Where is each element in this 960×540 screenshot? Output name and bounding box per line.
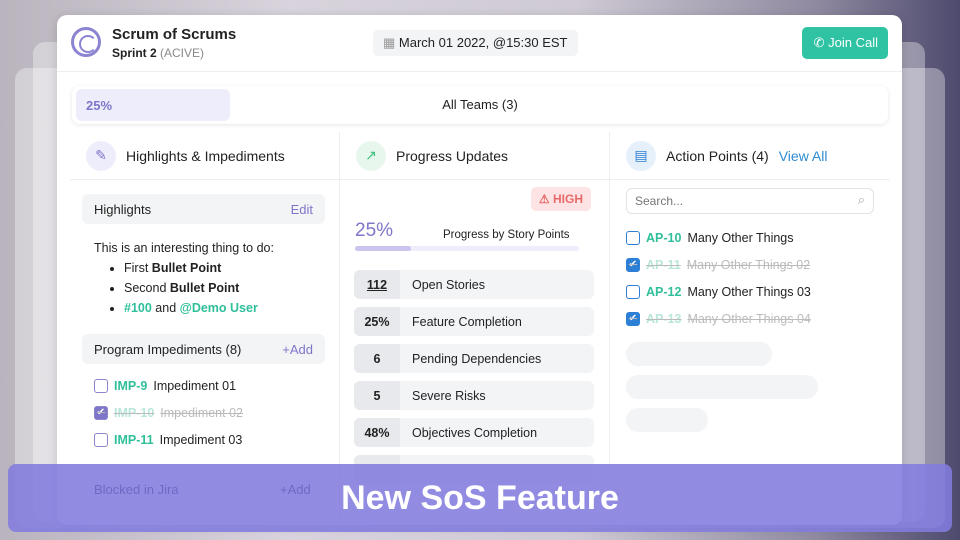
stat-label: Pending Dependencies: [412, 351, 542, 366]
intro-text: This is an interesting thing to do:: [94, 241, 274, 255]
stat-value: 5: [354, 381, 400, 410]
stat-row: 25% Feature Completion: [354, 307, 594, 336]
join-call-button[interactable]: ✆ Join Call: [801, 27, 888, 59]
team-tabs: All Teams (3) 25%: [72, 86, 888, 124]
stat-value: 112: [354, 270, 400, 299]
calendar-icon: ▦: [383, 35, 396, 50]
checkbox[interactable]: [626, 230, 640, 245]
impediment-item[interactable]: IMP-11 Impediment 03: [70, 426, 339, 453]
sos-panel: Scrum of Scrums Sprint 2 (ACIVE) ▦ March…: [57, 15, 902, 525]
stat-row: 5 Severe Risks: [354, 381, 594, 410]
checkbox-checked[interactable]: ✔: [626, 311, 640, 326]
checkbox[interactable]: [94, 378, 108, 393]
impediments-header: Program Impediments (8) +Add: [82, 334, 325, 364]
checkbox[interactable]: [94, 432, 108, 447]
checkbox[interactable]: [626, 284, 640, 299]
section-title: Highlights: [94, 201, 152, 217]
issue-link[interactable]: #100: [124, 301, 152, 315]
date-text: March 01 2022, @15:30 EST: [398, 35, 568, 50]
stat-label: Objectives Completion: [412, 425, 538, 440]
search-input[interactable]: [627, 189, 827, 213]
header: Scrum of Scrums Sprint 2 (ACIVE) ▦ March…: [57, 15, 902, 72]
stat-value: 48%: [354, 418, 400, 447]
bullet-item: First Bullet Point: [124, 258, 339, 278]
sprint-name: Sprint 2: [112, 46, 157, 60]
stat-row: 112 Open Stories: [354, 270, 594, 299]
view-all-link[interactable]: View All: [779, 148, 828, 164]
column-title: Progress Updates: [396, 147, 509, 164]
impediment-item[interactable]: IMP-9 Impediment 01: [70, 372, 339, 399]
impediment-item[interactable]: ✔ IMP-10 Impediment 02: [70, 399, 339, 426]
sprint-status: (ACIVE): [160, 46, 205, 60]
action-point-item[interactable]: AP-12 Many Other Things 03: [610, 278, 890, 305]
trend-icon: ↗: [356, 140, 386, 171]
checkbox-checked[interactable]: ✔: [94, 405, 108, 420]
search-icon[interactable]: ⌕: [858, 192, 865, 208]
column-title: Action Points (4): [666, 147, 769, 164]
progress-fill: [355, 246, 411, 251]
stat-label: Open Stories: [412, 277, 485, 292]
join-label: Join Call: [828, 35, 878, 50]
highlights-header: Highlights Edit: [82, 194, 325, 224]
pencil-icon: ✎: [86, 140, 116, 171]
meeting-date: ▦ March 01 2022, @15:30 EST: [373, 30, 578, 56]
progress-value: 25%: [355, 220, 394, 241]
banner-text: New SoS Feature: [341, 478, 619, 517]
phone-icon: ✆: [813, 35, 825, 50]
add-impediment-button[interactable]: +Add: [282, 342, 313, 357]
action-point-item[interactable]: AP-10 Many Other Things: [610, 224, 890, 251]
search-box[interactable]: ⌕: [626, 188, 874, 214]
action-point-item[interactable]: ✔ AP-13 Many Other Things 04: [610, 305, 890, 332]
stat-value: 6: [354, 344, 400, 373]
edit-button[interactable]: Edit: [291, 202, 313, 217]
progress-bar: [355, 246, 579, 251]
skeleton-placeholder: [626, 408, 708, 432]
stat-row: 48% Objectives Completion: [354, 418, 594, 447]
stat-value: 25%: [354, 307, 400, 336]
page-title: Scrum of Scrums: [112, 26, 237, 43]
skeleton-placeholder: [626, 342, 772, 366]
user-mention[interactable]: @Demo User: [180, 301, 258, 315]
logo-icon: [71, 27, 101, 57]
blocked-in-jira-label: Blocked in Jira: [94, 482, 179, 497]
highlights-text: This is an interesting thing to do: Firs…: [70, 224, 339, 318]
stat-label: Severe Risks: [412, 388, 486, 403]
warning-icon: ⚠: [538, 192, 550, 206]
progress-label: Progress by Story Points: [443, 229, 570, 241]
add-blocked-button[interactable]: +Add: [280, 482, 311, 497]
section-title: Program Impediments (8): [94, 341, 242, 357]
stat-label: Feature Completion: [412, 314, 522, 329]
bullet-item: Second Bullet Point: [124, 278, 339, 298]
action-point-item[interactable]: ✔ AP-11 Many Other Things 02: [610, 251, 890, 278]
stat-row: 6 Pending Dependencies: [354, 344, 594, 373]
feature-banner: New SoS Feature: [8, 464, 952, 532]
column-title: Highlights & Impediments: [126, 147, 285, 164]
bullet-item: #100 and @Demo User: [124, 298, 339, 318]
notepad-icon: ▤: [626, 140, 656, 171]
tab-progress[interactable]: 25%: [76, 89, 230, 121]
skeleton-placeholder: [626, 375, 818, 399]
checkbox-checked[interactable]: ✔: [626, 257, 640, 272]
sprint-label: Sprint 2 (ACIVE): [112, 46, 204, 60]
priority-badge: ⚠ HIGH: [530, 187, 591, 211]
